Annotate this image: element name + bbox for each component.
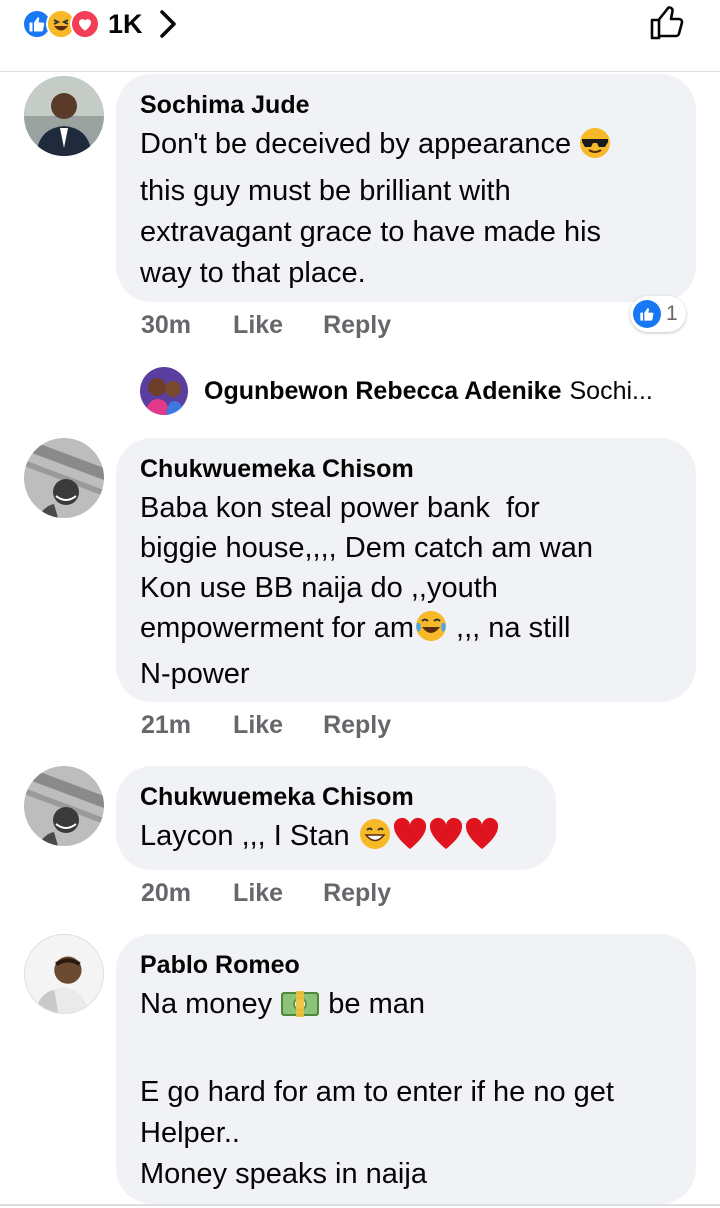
reaction-count: 1K <box>108 8 143 39</box>
like-post-button[interactable] <box>644 0 692 48</box>
comment-actions: 21m Like Reply <box>141 708 391 742</box>
comment-author[interactable]: Pablo Romeo <box>140 950 672 980</box>
crying-laughing-emoji-icon <box>414 609 448 654</box>
comment-author[interactable]: Chukwuemeka Chisom <box>140 454 672 484</box>
reply-author: Ogunbewon Rebecca Adenike <box>204 376 562 405</box>
comment-text: Laycon ,,, I Stan <box>140 816 532 863</box>
comment-text: Na money be man E go hard for am to enter… <box>140 988 614 1190</box>
reply-button[interactable]: Reply <box>323 711 391 740</box>
red-heart-icon <box>428 817 464 863</box>
avatar[interactable] <box>24 934 104 1014</box>
reply-button[interactable]: Reply <box>323 311 391 340</box>
comment-actions: 30m Like Reply <box>141 308 391 342</box>
reply-button[interactable]: Reply <box>323 879 391 908</box>
sunglasses-emoji-icon <box>579 127 611 171</box>
reply-preview[interactable]: Ogunbewon Rebecca Adenike Sochi... <box>140 366 653 416</box>
comment-text: Baba kon steal power bank for biggie hous… <box>140 492 593 690</box>
red-heart-icon <box>464 817 500 863</box>
reactions-summary[interactable]: 1K <box>22 6 177 42</box>
avatar[interactable] <box>24 766 104 846</box>
like-comment-button[interactable]: Like <box>233 711 283 740</box>
love-icon <box>70 9 100 39</box>
like-comment-button[interactable]: Like <box>233 311 283 340</box>
comment-timestamp: 21m <box>141 710 192 739</box>
like-comment-button[interactable]: Like <box>233 879 283 908</box>
comment-bubble: Pablo Romeo Na money be man E go hard for… <box>116 934 696 1204</box>
reply-snippet: Sochi... <box>569 376 653 405</box>
thumbs-up-outline-icon <box>648 2 688 47</box>
comment-bubble: Chukwuemeka Chisom Baba kon steal power … <box>116 438 696 702</box>
avatar[interactable] <box>24 76 104 156</box>
grin-emoji-icon <box>358 817 392 863</box>
chevron-right-icon <box>159 9 177 39</box>
comment-timestamp: 30m <box>141 310 192 339</box>
comment-timestamp: 20m <box>141 878 192 907</box>
reaction-count: 1 <box>666 302 678 325</box>
avatar[interactable] <box>24 438 104 518</box>
money-emoji-icon <box>280 989 320 1031</box>
red-heart-icon <box>392 817 428 863</box>
avatar <box>140 367 188 415</box>
reactions-summary-bar: 1K <box>0 0 720 72</box>
comment-text: Don't be deceived by appearance this guy… <box>140 124 672 294</box>
comment-actions: 20m Like Reply <box>141 876 391 910</box>
comment-bubble: Sochima Jude Don't be deceived by appear… <box>116 74 696 302</box>
comment-author[interactable]: Sochima Jude <box>140 90 672 120</box>
like-icon <box>633 300 661 328</box>
divider <box>0 1204 720 1206</box>
comment-bubble: Chukwuemeka Chisom Laycon ,,, I Stan <box>116 766 556 870</box>
comment-reaction-badge[interactable]: 1 <box>630 296 686 332</box>
comment-author[interactable]: Chukwuemeka Chisom <box>140 782 532 812</box>
